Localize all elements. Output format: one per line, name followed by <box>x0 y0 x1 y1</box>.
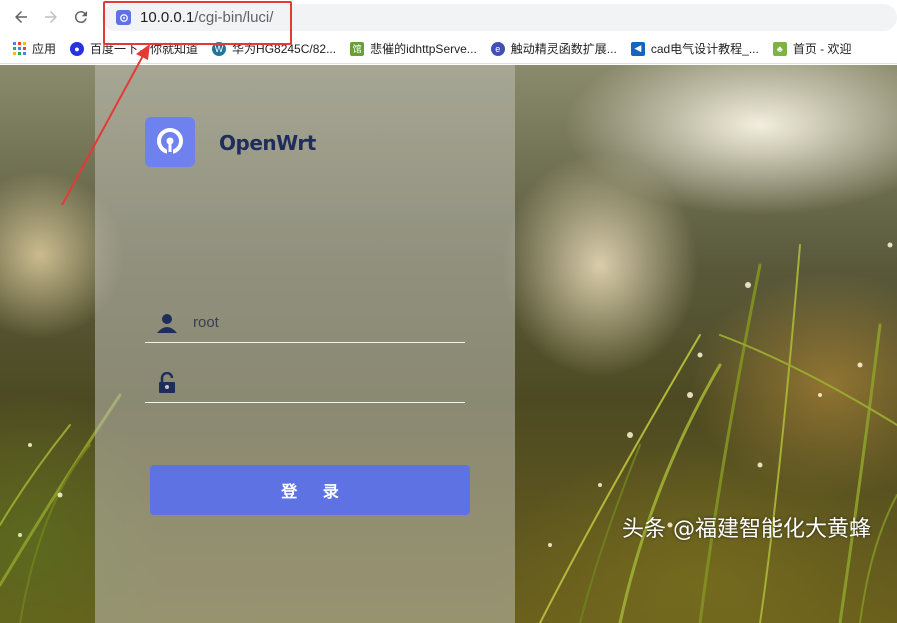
reload-icon <box>74 11 87 24</box>
openwrt-favicon-icon <box>116 10 131 25</box>
bookmark-label: cad电气设计教程_... <box>650 42 759 56</box>
arrow-right-icon <box>45 11 57 23</box>
bookmark-label: 触动精灵函数扩展... <box>510 42 617 56</box>
site-icon: ◀ <box>630 41 645 56</box>
reload-button[interactable] <box>66 2 96 32</box>
bookmark-idhttp[interactable]: 馆 悲催的idhttpServe... <box>350 40 477 57</box>
apps-grid-icon <box>12 42 26 56</box>
brand-name: OpenWrt <box>219 131 316 155</box>
user-icon <box>155 311 179 335</box>
bookmarks-bar: 应用 ● 百度一下，你就知道 W 华为HG8245C/82... 馆 悲催的id… <box>0 34 897 64</box>
url-host: 10.0.0.1 <box>140 9 195 26</box>
bookmark-home[interactable]: ♣ 首页 - 欢迎 <box>772 40 852 57</box>
site-icon: 馆 <box>350 41 365 56</box>
password-input[interactable] <box>193 374 453 391</box>
bookmark-label: 应用 <box>32 42 57 56</box>
url-path: /cgi-bin/luci/ <box>194 9 274 26</box>
username-input[interactable] <box>193 314 453 331</box>
login-panel: OpenWrt 登 录 <box>95 65 515 623</box>
login-button[interactable]: 登 录 <box>150 465 470 515</box>
password-field <box>145 363 465 403</box>
padlock-icon <box>155 371 179 395</box>
bookmark-cad[interactable]: ◀ cad电气设计教程_... <box>630 40 759 57</box>
wordpress-icon: W <box>212 41 227 56</box>
arrow-left-icon <box>15 11 27 23</box>
address-bar[interactable]: 10.0.0.1 /cgi-bin/luci/ <box>102 4 897 31</box>
openwrt-logo-icon <box>145 117 195 167</box>
bookmark-label: 华为HG8245C/82... <box>232 42 337 56</box>
bookmark-apps[interactable]: 应用 <box>12 40 56 57</box>
leaf-icon: ♣ <box>772 41 787 56</box>
bookmark-label: 悲催的idhttpServe... <box>370 42 477 56</box>
site-icon: e <box>490 41 505 56</box>
back-button[interactable] <box>6 2 36 32</box>
bookmark-label: 首页 - 欢迎 <box>792 42 852 56</box>
bookmark-baidu[interactable]: ● 百度一下，你就知道 <box>70 40 198 57</box>
browser-toolbar: 10.0.0.1 /cgi-bin/luci/ <box>0 0 897 34</box>
bookmark-touchsprite[interactable]: e 触动精灵函数扩展... <box>490 40 617 57</box>
username-field <box>145 303 465 343</box>
bookmark-label: 百度一下，你就知道 <box>90 42 199 56</box>
baidu-paw-icon: ● <box>70 41 85 56</box>
forward-button[interactable] <box>36 2 66 32</box>
bookmark-huawei[interactable]: W 华为HG8245C/82... <box>212 40 336 57</box>
watermark-text: 头条 @福建智能化大黄蜂 <box>622 517 871 542</box>
